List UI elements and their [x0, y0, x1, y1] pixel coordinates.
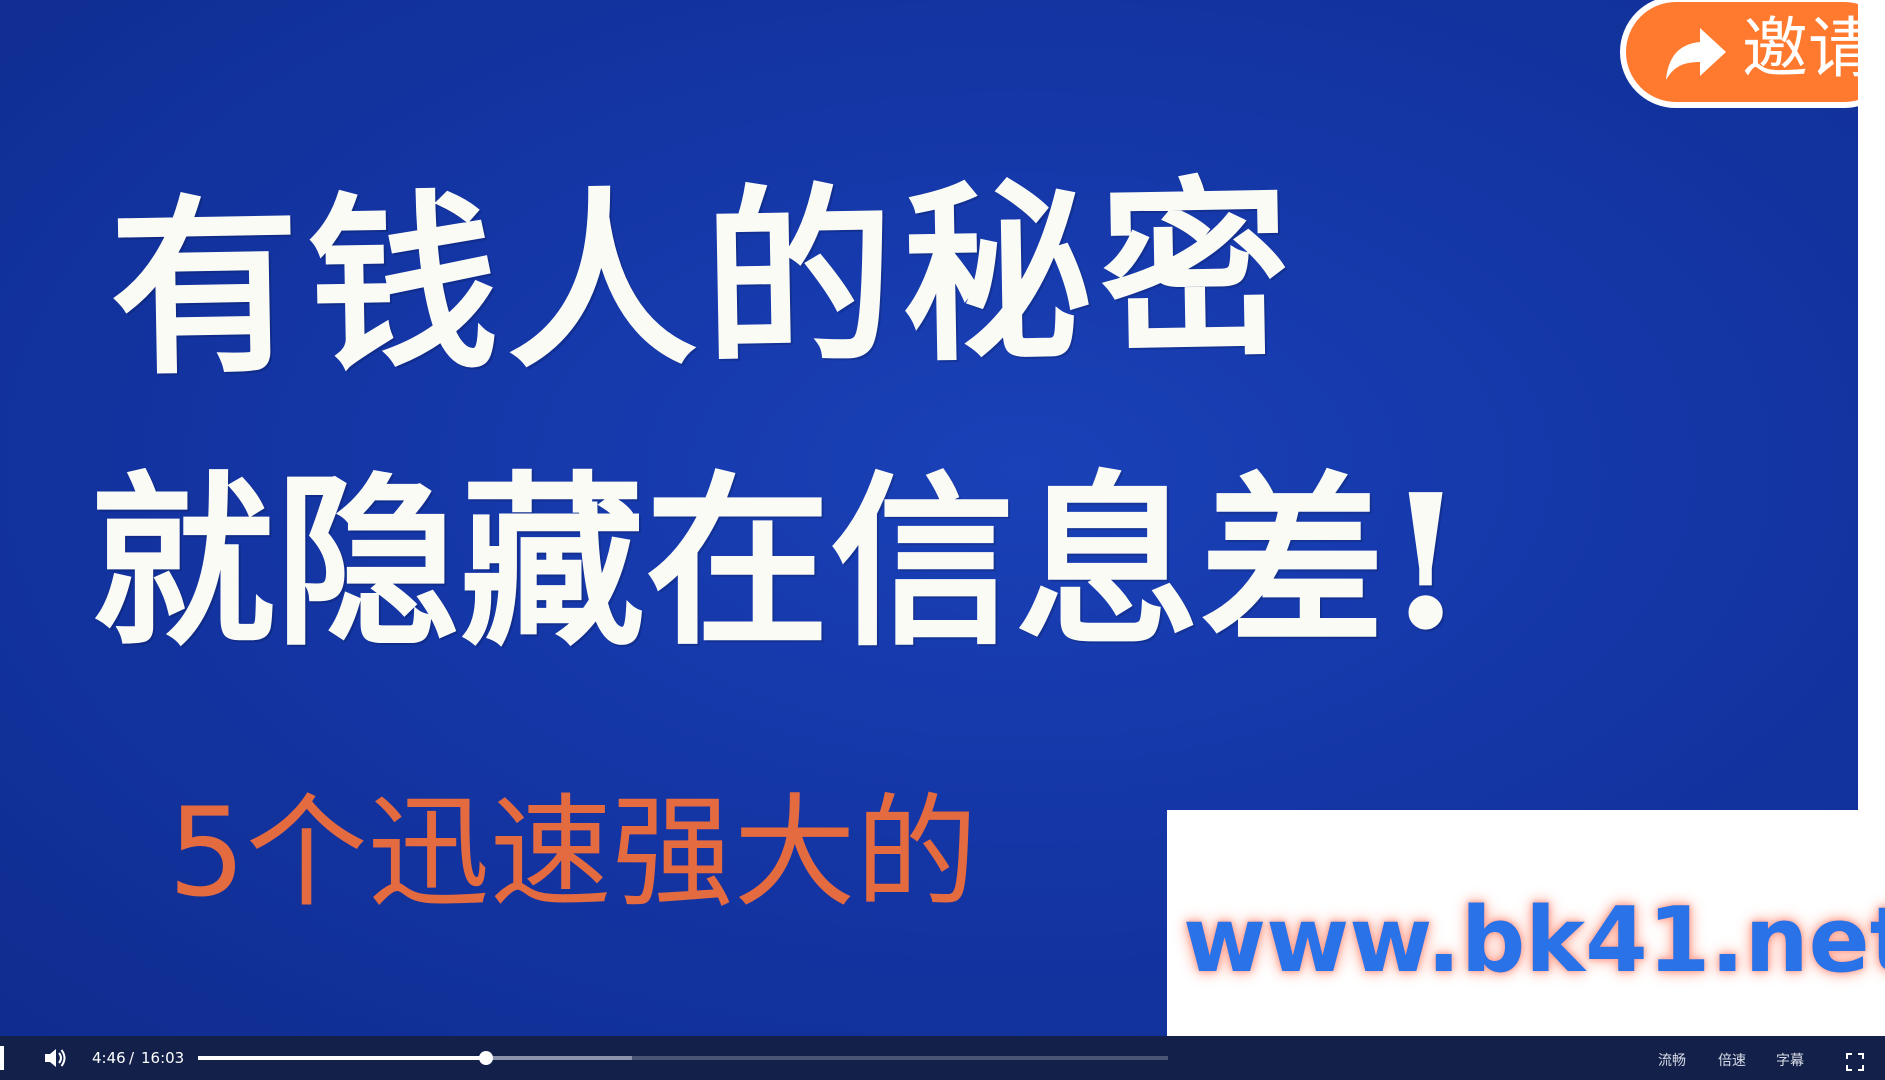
video-title-line-1: 有钱人的秘密: [108, 157, 1300, 402]
progress-bar[interactable]: [198, 1051, 1168, 1065]
progress-thumb[interactable]: [479, 1051, 494, 1065]
watermark-text: www.bk41.net: [1183, 888, 1885, 993]
control-bar: 4:46 / 16:03 流畅 倍速 字幕: [0, 1036, 1885, 1080]
invite-label: 邀请: [1742, 10, 1858, 87]
video-title-line-2: 就隐藏在信息差!: [90, 453, 1467, 671]
progress-played: [198, 1056, 487, 1060]
right-controls: 流畅 倍速 字幕: [1600, 1036, 1885, 1080]
fullscreen-icon[interactable]: [1845, 1052, 1865, 1072]
share-arrow-icon: [1666, 28, 1726, 80]
time-separator: /: [129, 1049, 135, 1067]
video-subtitle: 5个迅速强大的: [168, 782, 978, 924]
current-time: 4:46: [92, 1049, 126, 1067]
quality-button[interactable]: 流畅: [1658, 1054, 1686, 1068]
video-player[interactable]: 有钱人的秘密 就隐藏在信息差! 5个迅速强大的 邀请 www.bk41.net …: [0, 0, 1885, 1080]
invite-button[interactable]: 邀请: [1620, 0, 1858, 108]
play-toggle-edge[interactable]: [0, 1046, 4, 1070]
watermark-overlay: www.bk41.net: [1167, 810, 1885, 1058]
speaker-icon[interactable]: [42, 1045, 68, 1071]
subtitle-button[interactable]: 字幕: [1776, 1054, 1804, 1068]
duration: 16:03: [141, 1049, 185, 1067]
speed-button[interactable]: 倍速: [1718, 1054, 1746, 1068]
